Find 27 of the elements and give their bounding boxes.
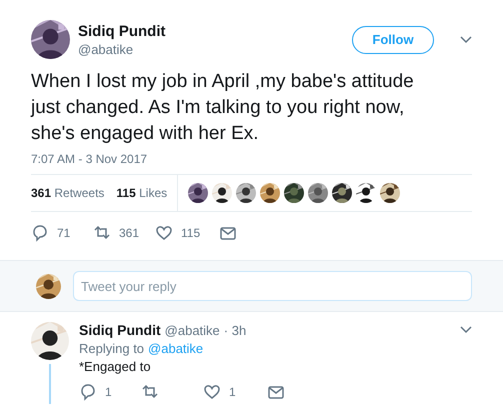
replying-label: Replying to: [79, 341, 144, 356]
speech-bubble-icon[interactable]: [31, 224, 49, 242]
mention-link[interactable]: @abatike: [148, 341, 204, 356]
caret-icon[interactable]: [460, 326, 472, 334]
time-ago[interactable]: · 3h: [224, 322, 246, 338]
reply-text: *Engaged to: [79, 359, 152, 374]
timestamp[interactable]: 7:07 AM - 3 Nov 2017: [31, 152, 472, 166]
heart-icon[interactable]: [155, 224, 173, 242]
action-count: 361: [119, 226, 140, 240]
tweet-text: When I lost my job in April ,my babe's attitude just changed. As I'm talking to you right now, she's engaged with her Ex.: [31, 70, 415, 146]
user-handle[interactable]: @abatike: [164, 322, 220, 338]
author-name[interactable]: Sidiq Pundit: [78, 22, 344, 40]
caret-icon[interactable]: [460, 36, 472, 44]
author-name[interactable]: Sidiq Pundit: [79, 322, 161, 338]
stat-link[interactable]: 361 Retweets: [31, 186, 104, 200]
retweet-icon[interactable]: [93, 224, 111, 242]
follow-button[interactable]: Follow: [352, 26, 434, 54]
reply-input-field[interactable]: Tweet your reply: [73, 271, 472, 301]
action-count: 71: [57, 226, 70, 240]
stat-link[interactable]: 115 Likes: [116, 186, 168, 200]
heart-icon[interactable]: [203, 383, 221, 401]
action-count: 115: [181, 226, 200, 240]
retweet-icon[interactable]: [141, 383, 159, 401]
speech-bubble-icon[interactable]: [79, 383, 97, 401]
action-count: 1: [229, 385, 236, 399]
action-count: 1: [105, 385, 112, 399]
user-handle[interactable]: @abatike: [78, 42, 344, 56]
